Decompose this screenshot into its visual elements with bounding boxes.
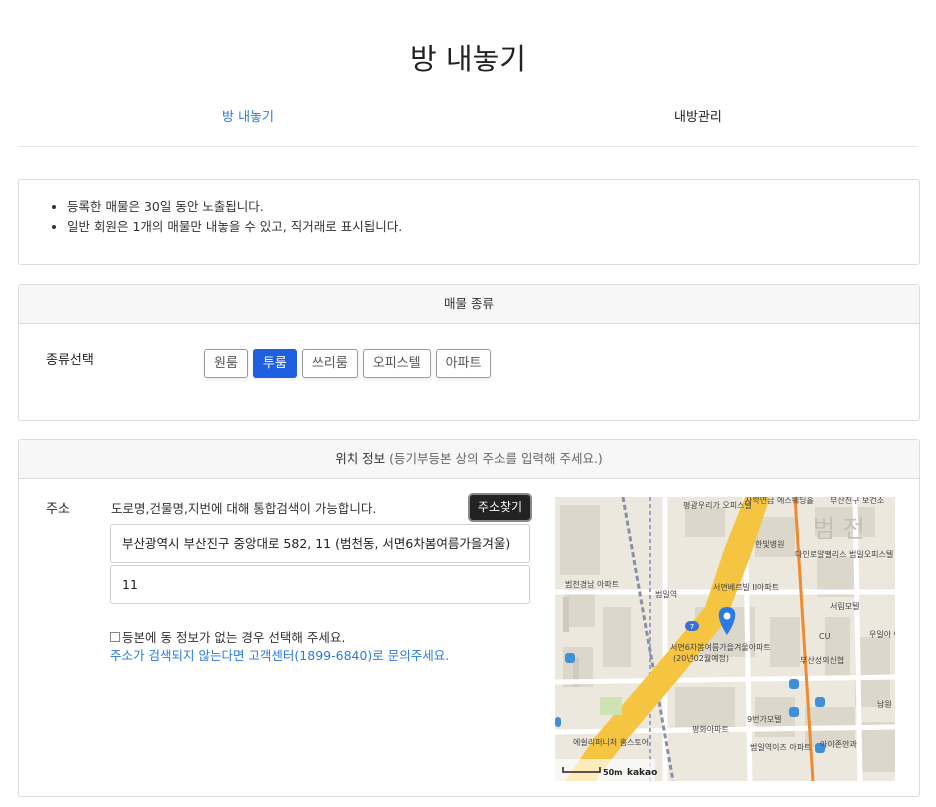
map-label-main-apt: 서면6차봄여름가을겨울아파트 — [670, 642, 771, 652]
location-panel: 위치 정보 (등기부등본 상의 주소를 입력해 주세요.) 주소 도로명,건물명… — [18, 439, 920, 797]
map-label-center: 부산진구 보건소 — [830, 497, 884, 505]
map-label-district: 범 전 — [813, 515, 865, 543]
notice-box: 등록한 매물은 30일 동안 노출됩니다. 일반 회원은 1개의 매물만 내놓을… — [18, 179, 920, 265]
customer-center-link[interactable]: 주소가 검색되지 않는다면 고객센터(1899-6840)로 문의주세요. — [110, 645, 449, 664]
map-label-hospital: 한빛병원 — [755, 539, 784, 549]
page-title: 방 내놓기 — [410, 42, 526, 76]
address-label: 주소 — [46, 502, 70, 517]
map-label-station: 범일역 — [655, 589, 677, 599]
location-header-title: 위치 정보 — [335, 451, 386, 466]
map-label-seomyeon: 서면베르빌 II아파트 — [713, 582, 779, 592]
map-label-apt-top: 평광우리가 오피스텔 — [683, 500, 752, 510]
kakao-logo: kakao — [627, 768, 657, 778]
map-label-motel: 서림모텔 — [830, 601, 859, 611]
map-label-main-apt-sub: (20년02월예정) — [673, 653, 729, 663]
type-select-label: 종류선택 — [46, 353, 94, 368]
tab-list-room[interactable]: 방 내놓기 — [222, 106, 274, 125]
type-button-tworoom[interactable]: 투룸 — [252, 349, 297, 378]
map-scale-label: 50m — [603, 768, 622, 777]
type-button-apartment[interactable]: 아파트 — [435, 349, 492, 378]
map-label-bank: 사학연금 에스웨딩홀 — [745, 497, 814, 505]
notice-item: 등록한 매물은 30일 동안 노출됩니다. — [67, 197, 402, 217]
checkbox-icon[interactable] — [110, 631, 120, 642]
type-button-group: 원룸 투룸 쓰리룸 오피스텔 아파트 — [204, 349, 492, 378]
map-label-danin: 다인로얄팰리스 범일오피스텔 — [795, 549, 893, 559]
map-label-beomcheon: 범천경남 아파트 — [565, 579, 619, 589]
map-label-cu: CU — [819, 632, 831, 641]
no-dong-info-label: 등본에 동 정보가 없는 경우 선택해 주세요. — [122, 630, 346, 645]
no-dong-info-checkbox[interactable]: 등본에 동 정보가 없는 경우 선택해 주세요. — [110, 627, 345, 646]
map-label-beomilyeok: 범일역이즈 아파트 — [750, 742, 811, 752]
location-header-sub: (등기부등본 상의 주소를 입력해 주세요.) — [389, 451, 603, 466]
property-type-header: 매물 종류 — [19, 285, 919, 324]
map-canvas: 7 평광우리가 오피스텔 사학연금 에스웨딩홀 부산진구 보건소 한빛병원 다인… — [555, 497, 895, 781]
location-map[interactable]: 7 평광우리가 오피스텔 사학연금 에스웨딩홀 부산진구 보건소 한빛병원 다인… — [555, 497, 895, 781]
road-number-label: 7 — [690, 623, 694, 631]
map-label-pyeonghwa: 평화아파트 — [692, 724, 729, 734]
map-label-nam: 남원 — [877, 700, 892, 709]
notice-item: 일반 회원은 1개의 매물만 내놓을 수 있고, 직거래로 표시됩니다. — [67, 217, 402, 237]
property-type-panel: 매물 종류 종류선택 원룸 투룸 쓰리룸 오피스텔 아파트 — [18, 284, 920, 421]
search-hint: 도로명,건물명,지번에 대해 통합검색이 가능합니다. — [111, 501, 377, 516]
address-detail-input[interactable]: 11 — [110, 565, 530, 604]
type-button-threeroom[interactable]: 쓰리룸 — [301, 349, 358, 378]
notice-list: 등록한 매물은 30일 동안 노출됩니다. 일반 회원은 1개의 매물만 내놓을… — [19, 197, 402, 237]
map-label-church: 부산성의신협 — [800, 655, 844, 665]
map-label-motel9: 9번가모텔 — [747, 715, 782, 724]
tab-divider — [18, 146, 918, 147]
tab-my-rooms[interactable]: 내방관리 — [674, 106, 722, 125]
location-header: 위치 정보 (등기부등본 상의 주소를 입력해 주세요.) — [19, 440, 919, 479]
map-label-dept: 에쉴리퍼니처 홈스토어 — [573, 737, 649, 747]
type-button-oneroom[interactable]: 원룸 — [204, 349, 248, 378]
type-button-officetel[interactable]: 오피스텔 — [362, 349, 431, 378]
find-address-button[interactable]: 주소찾기 — [470, 495, 530, 520]
address-input[interactable]: 부산광역시 부산진구 중앙대로 582, 11 (범천동, 서면6차봄여름가을겨… — [110, 524, 530, 563]
map-label-aijon: 아이존안과 — [820, 739, 857, 749]
map-label-woori: 우일아 아파트 — [869, 629, 895, 639]
